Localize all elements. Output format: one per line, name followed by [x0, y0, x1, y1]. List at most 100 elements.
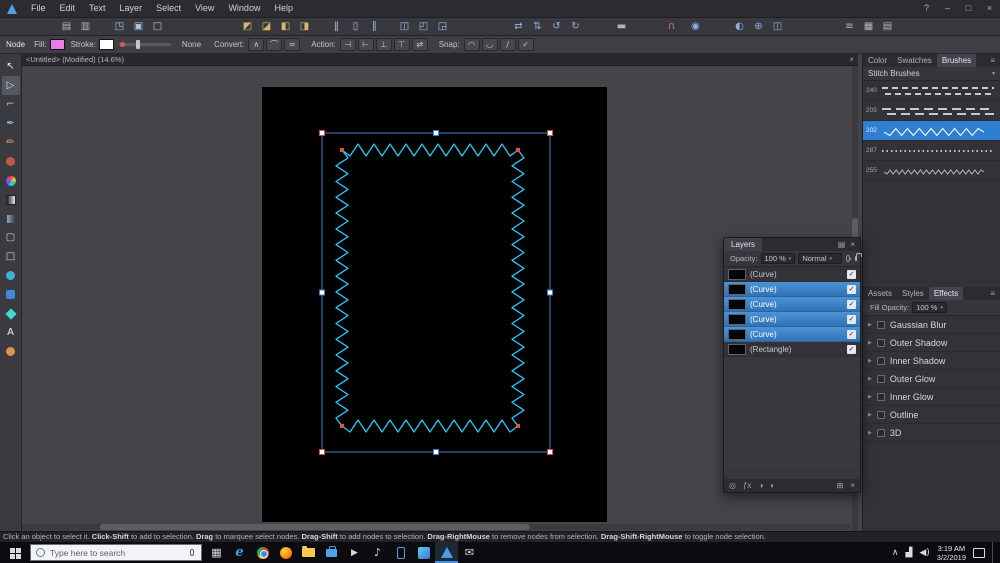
view-quality-button[interactable]: ◐	[731, 19, 748, 34]
effect-checkbox[interactable]	[876, 410, 885, 419]
arrange-to-front-button[interactable]: ◨	[296, 19, 313, 34]
effect-row-gaussian-blur[interactable]: Gaussian Blur	[863, 316, 1000, 334]
tab-styles[interactable]: Styles	[897, 287, 929, 300]
action-join-curves-button[interactable]: ⊤	[393, 38, 410, 51]
selection-handle-s[interactable]	[433, 449, 439, 455]
selection-handle-sw[interactable]	[319, 449, 325, 455]
transform-origin-button[interactable]: ◰	[415, 19, 432, 34]
menu-select[interactable]: Select	[149, 0, 188, 17]
insert-on-top-button[interactable]: ∥	[366, 19, 383, 34]
layers-titlebar[interactable]: Layers ▤ ×	[724, 238, 860, 251]
slider-thumb[interactable]	[135, 40, 140, 49]
action-center-icon[interactable]	[973, 547, 985, 558]
panel-menu-icon[interactable]: ▤	[838, 240, 846, 249]
mask-layer-icon[interactable]: ◑	[758, 481, 763, 490]
effect-row-inner-glow[interactable]: Inner Glow	[863, 388, 1000, 406]
align-options-button[interactable]: ◫	[396, 19, 413, 34]
document-close-icon[interactable]: ×	[849, 55, 854, 64]
stroke-width-value[interactable]: None	[182, 40, 201, 49]
adjustment-layer-icon[interactable]: ◐	[770, 481, 775, 490]
effect-row-3d[interactable]: 3D	[863, 424, 1000, 442]
zoom-presets-button[interactable]: ⊕	[750, 19, 767, 34]
layer-row-curve-4[interactable]: (Curve)	[724, 312, 860, 327]
chrome-taskbar-button[interactable]	[251, 542, 274, 563]
convert-smooth-button[interactable]: ⌒	[266, 38, 283, 51]
snap-align-handles-button[interactable]: ∕	[499, 38, 516, 51]
insert-inside-button[interactable]: ▯	[347, 19, 364, 34]
place-image-button[interactable]: ◳	[111, 19, 128, 34]
brush-item-255[interactable]: 255	[863, 161, 1000, 181]
rounded-rectangle-tool[interactable]	[2, 285, 20, 304]
panel-close-icon[interactable]: ×	[850, 240, 855, 249]
layer-row-curve-3[interactable]: (Curve)	[724, 297, 860, 312]
customize-toolbar-button[interactable]: ▤	[879, 19, 896, 34]
effect-row-inner-shadow[interactable]: Inner Shadow	[863, 352, 1000, 370]
brush-category-dropdown[interactable]: Stitch Brushes ▾	[863, 67, 1000, 81]
store-taskbar-button[interactable]	[320, 542, 343, 563]
rectangle-tool[interactable]: □	[2, 247, 20, 266]
pencil-tool[interactable]: ✏	[2, 133, 20, 152]
expander-icon[interactable]	[868, 376, 872, 382]
layer-visibility-checkbox[interactable]	[847, 269, 856, 279]
remove-layer-icon[interactable]: ×	[850, 481, 855, 490]
insert-behind-button[interactable]: ‖	[328, 19, 345, 34]
effect-checkbox[interactable]	[876, 374, 885, 383]
zigzag-stroke-top[interactable]	[341, 143, 519, 157]
expander-icon[interactable]	[868, 430, 872, 436]
convert-smart-button[interactable]: ≈	[284, 38, 301, 51]
effect-row-outer-glow[interactable]: Outer Glow	[863, 370, 1000, 388]
layer-row-rectangle[interactable]: (Rectangle)	[724, 342, 860, 357]
snap-off-curves-button[interactable]: ◡	[481, 38, 498, 51]
action-break-curve-button[interactable]: ⊢	[357, 38, 374, 51]
menu-window[interactable]: Window	[221, 0, 267, 17]
layer-row-curve-1[interactable]: (Curve)	[724, 267, 860, 282]
zigzag-node-bl[interactable]	[340, 424, 344, 428]
zigzag-stroke-right[interactable]	[511, 149, 525, 427]
horizontal-scrollbar-thumb[interactable]	[100, 524, 530, 530]
selection-handle-e[interactable]	[547, 289, 553, 296]
action-reverse-curves-button[interactable]: ⇄	[411, 38, 428, 51]
group-button[interactable]: ▣	[130, 19, 147, 34]
affinity-designer-taskbar-button[interactable]	[435, 542, 458, 563]
blend-options-gear-icon[interactable]	[846, 255, 851, 262]
stroke-color-swatch[interactable]	[98, 39, 114, 50]
flip-vertical-button[interactable]: ⇅	[529, 19, 546, 34]
menu-layer[interactable]: Layer	[113, 0, 150, 17]
arrange-to-back-button[interactable]: ◩	[239, 19, 256, 34]
hidden-icons-chevron[interactable]: ∧	[892, 548, 899, 558]
snapping-assistant-button[interactable]: ◉	[687, 19, 704, 34]
effect-checkbox[interactable]	[876, 392, 885, 401]
volume-icon[interactable]: ◀)	[919, 548, 929, 558]
show-desktop-button[interactable]	[992, 542, 995, 563]
movies-taskbar-button[interactable]: ▶	[343, 542, 366, 563]
layer-visibility-checkbox[interactable]	[847, 344, 856, 354]
ungroup-button[interactable]: □	[149, 19, 166, 34]
flip-horizontal-button[interactable]: ⇄	[510, 19, 527, 34]
tab-effects[interactable]: Effects	[928, 287, 964, 300]
stroke-width-slider[interactable]	[118, 40, 171, 49]
photos-taskbar-button[interactable]	[412, 542, 435, 563]
network-icon[interactable]: ▟	[905, 548, 912, 558]
fill-tool[interactable]	[2, 171, 20, 190]
blend-mode-dropdown[interactable]: Normal	[798, 253, 843, 264]
transparency-tool[interactable]	[2, 209, 20, 228]
effect-checkbox[interactable]	[876, 320, 885, 329]
edge-taskbar-button[interactable]: e	[228, 542, 251, 563]
brush-item-287[interactable]: 287	[863, 141, 1000, 161]
polygon-tool[interactable]	[2, 304, 20, 323]
layer-visibility-checkbox[interactable]	[847, 284, 856, 294]
zigzag-node-tr[interactable]	[516, 148, 520, 152]
snapping-toggle-button[interactable]: ∩	[663, 19, 680, 34]
taskbar-clock[interactable]: 3:19 AM 3/2/2019	[937, 544, 966, 562]
tab-color[interactable]: Color	[863, 54, 892, 67]
layer-row-curve-5[interactable]: (Curve)	[724, 327, 860, 342]
tab-swatches[interactable]: Swatches	[892, 54, 937, 67]
ellipse-tool[interactable]	[2, 266, 20, 285]
menu-view[interactable]: View	[188, 0, 221, 17]
expander-icon[interactable]	[868, 394, 872, 400]
snap-to-curves-button[interactable]: ◠	[463, 38, 480, 51]
action-close-curve-button[interactable]: ⊣	[339, 38, 356, 51]
panel-menu-icon[interactable]: ≡	[990, 289, 995, 298]
effect-checkbox[interactable]	[876, 428, 885, 437]
taskbar-search[interactable]: Type here to search	[30, 544, 202, 561]
